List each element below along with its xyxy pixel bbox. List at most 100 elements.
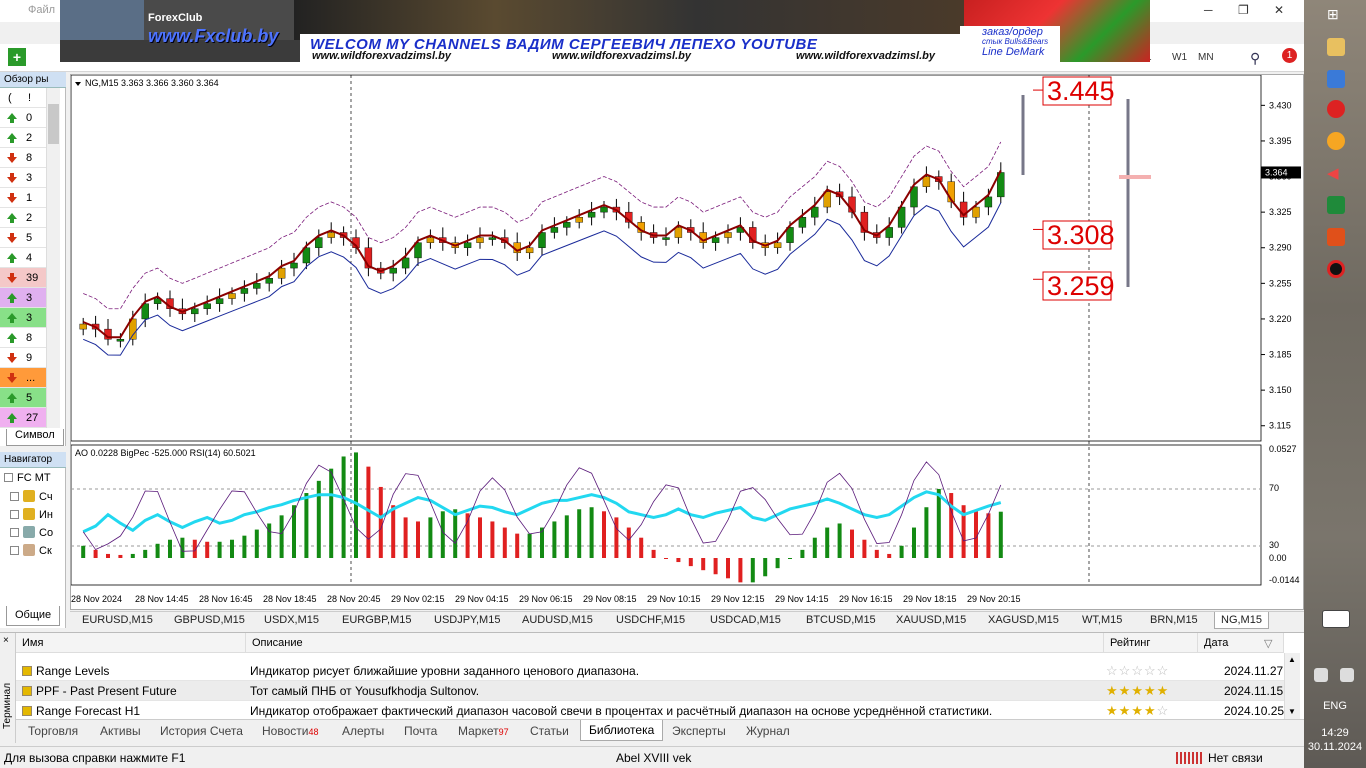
tab-symbols[interactable]: Символ <box>6 429 64 446</box>
paint-icon[interactable] <box>1327 132 1345 150</box>
calculator-icon[interactable] <box>1327 196 1345 214</box>
close-icon[interactable]: × <box>3 635 9 646</box>
scroll-down-icon[interactable]: ▼ <box>1288 707 1296 716</box>
market-watch-row[interactable]: 9 <box>0 348 46 368</box>
candle-body[interactable] <box>215 298 224 304</box>
candle-body[interactable] <box>674 227 683 238</box>
close-button[interactable]: ✕ <box>1274 3 1284 17</box>
candle-body[interactable] <box>587 211 596 218</box>
chart-tab[interactable]: BRN,M15 <box>1150 614 1198 626</box>
scroll-thumb[interactable] <box>48 104 59 144</box>
chart-tab[interactable]: XAUUSD,M15 <box>896 614 966 626</box>
col-rating[interactable]: Рейтинг <box>1104 633 1198 653</box>
nav-item-indicators[interactable]: Ин <box>10 508 53 526</box>
market-watch-scrollbar[interactable] <box>46 88 60 428</box>
scroll-up-icon[interactable]: ▲ <box>1288 655 1296 664</box>
notification-badge[interactable]: 1 <box>1282 48 1297 63</box>
terminal-tab[interactable]: История Счета <box>160 724 243 738</box>
connection-status[interactable]: Нет связи <box>1208 751 1263 765</box>
market-watch-row[interactable]: 3 <box>0 288 46 308</box>
tf-mn[interactable]: MN <box>1198 52 1214 63</box>
candle-body[interactable] <box>773 242 782 248</box>
terminal-tab[interactable]: Библиотека <box>580 720 664 741</box>
search-icon[interactable]: ⚲ <box>1250 50 1260 67</box>
chart-tab[interactable]: USDCHF,M15 <box>616 614 685 626</box>
keyboard-icon[interactable] <box>1322 610 1350 628</box>
col-date[interactable]: Дата ▽ <box>1198 633 1284 653</box>
chart-tab[interactable]: AUDUSD,M15 <box>522 614 593 626</box>
new-order-icon[interactable]: + <box>8 48 26 66</box>
nav-item-accounts[interactable]: Сч <box>10 490 53 508</box>
chart-menu-icon[interactable] <box>75 82 81 86</box>
price-chart-svg[interactable]: 3.4303.3953.3603.3253.2903.2553.2203.185… <box>71 75 1305 611</box>
terminal-tab[interactable]: Активы <box>100 724 141 738</box>
market-watch-row[interactable]: 3 <box>0 308 46 328</box>
language-indicator[interactable]: ENG <box>1304 700 1366 712</box>
chart-tab[interactable]: GBPUSD,M15 <box>174 614 245 626</box>
market-watch-row[interactable]: 39 <box>0 268 46 288</box>
candle-body[interactable] <box>327 232 335 238</box>
candle-body[interactable] <box>711 237 720 243</box>
market-watch-row[interactable]: 2 <box>0 128 46 148</box>
chart-tab[interactable]: XAGUSD,M15 <box>988 614 1059 626</box>
market-watch-row[interactable]: 1 <box>0 188 46 208</box>
candle-body[interactable] <box>463 242 472 248</box>
tf-w1[interactable]: W1 <box>1172 52 1187 63</box>
candle-body[interactable] <box>550 227 559 233</box>
restore-button[interactable]: ❐ <box>1238 3 1249 17</box>
record-icon[interactable] <box>1327 260 1345 278</box>
chart-tab[interactable]: USDCAD,M15 <box>710 614 781 626</box>
terminal-tab[interactable]: Почта <box>404 724 437 738</box>
candle-body[interactable] <box>575 217 583 223</box>
nav-item-scripts[interactable]: Ск <box>10 544 52 562</box>
candle-body[interactable] <box>116 339 125 342</box>
menu-file[interactable]: Файл <box>28 4 55 16</box>
market-watch-row[interactable]: ... <box>0 368 46 388</box>
terminal-tab[interactable]: Алерты <box>342 724 384 738</box>
candle-body[interactable] <box>724 232 732 238</box>
candle-body[interactable] <box>662 237 670 240</box>
candle-body[interactable] <box>426 237 435 243</box>
clock[interactable]: 14:29 30.11.2024 <box>1304 726 1366 754</box>
ad-banner[interactable]: ForexClub www.Fxclub.by WELCOM MY CHANNE… <box>60 0 1150 62</box>
terminal-scrollbar[interactable]: ▲ ▼ <box>1284 653 1300 719</box>
market-watch-row[interactable]: 4 <box>0 248 46 268</box>
table-row[interactable]: PPF - Past Present Future Тот самый ПНБ о… <box>16 681 1284 701</box>
market-watch-row[interactable]: 3 <box>0 168 46 188</box>
chart-tab[interactable]: USDX,M15 <box>264 614 319 626</box>
chart-window[interactable]: 3.4303.3953.3603.3253.2903.2553.2203.185… <box>70 74 1304 610</box>
chart-tab[interactable]: EURGBP,M15 <box>342 614 412 626</box>
candle-body[interactable] <box>922 176 931 187</box>
minimize-button[interactable]: ─ <box>1204 3 1213 17</box>
candle-body[interactable] <box>79 323 87 330</box>
candle-body[interactable] <box>600 206 608 213</box>
market-watch-row[interactable]: 27 <box>0 408 46 428</box>
app-icon[interactable] <box>1327 70 1345 88</box>
terminal-tab[interactable]: Журнал <box>746 724 790 738</box>
market-watch-row[interactable]: 2 <box>0 208 46 228</box>
candle-body[interactable] <box>488 237 497 240</box>
chart-tab[interactable]: USDJPY,M15 <box>434 614 500 626</box>
candle-body[interactable] <box>191 308 199 315</box>
candle-body[interactable] <box>315 237 323 248</box>
chart-tab[interactable]: BTCUSD,M15 <box>806 614 876 626</box>
candle-body[interactable] <box>203 303 211 309</box>
candle-body[interactable] <box>277 267 286 279</box>
table-row[interactable]: Range Levels Индикатор рисует ближайшие у… <box>16 661 1284 681</box>
candle-body[interactable] <box>984 196 993 208</box>
chart-tab[interactable]: NG,M15 <box>1214 612 1269 629</box>
opera-icon[interactable] <box>1327 100 1345 118</box>
candle-body[interactable] <box>972 206 980 218</box>
network-icon[interactable] <box>1314 668 1328 682</box>
chart-tab[interactable]: EURUSD,M15 <box>82 614 153 626</box>
terminal-tab[interactable]: Новости48 <box>262 724 318 738</box>
terminal-tab[interactable]: Торговля <box>28 724 78 738</box>
chart-tab[interactable]: WT,M15 <box>1082 614 1122 626</box>
terminal-tab[interactable]: Маркет97 <box>458 724 509 738</box>
table-row[interactable]: Range Forecast H1 Индикатор отображает фа… <box>16 701 1284 721</box>
candle-body[interactable] <box>476 237 484 243</box>
candle-body[interactable] <box>401 257 410 269</box>
candle-body[interactable] <box>563 222 571 228</box>
col-description[interactable]: Описание <box>246 633 1104 653</box>
terminal-tab[interactable]: Эксперты <box>672 724 726 738</box>
